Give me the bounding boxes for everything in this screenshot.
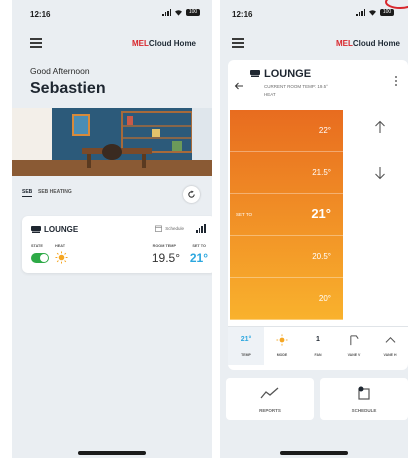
room-photo: [12, 108, 212, 176]
air-conditioner-icon: [250, 70, 260, 77]
mode-item-mode[interactable]: MODE: [264, 327, 300, 365]
temp-option[interactable]: 20.5°: [230, 236, 343, 278]
device-group-tabs: SEB SEB HEATING: [12, 185, 212, 205]
decrease-temp-icon[interactable]: [374, 166, 386, 180]
state-label: STATE: [31, 244, 43, 248]
chart-line-icon: [260, 387, 279, 399]
unit-card-lounge[interactable]: LOUNGE Schedule STATE HEAT ROOM TEMP SET…: [22, 216, 212, 273]
signal-strength-icon: [195, 224, 206, 233]
unit-name: LOUNGE: [44, 225, 79, 234]
menu-icon[interactable]: [30, 38, 42, 48]
status-bar: 12:16 100: [220, 8, 408, 22]
reports-label: REPORTS: [259, 408, 281, 413]
mode-label: TEMP: [241, 353, 251, 357]
vane-horizontal-icon: [384, 333, 396, 345]
room-temp-label: ROOM TEMP: [152, 244, 176, 248]
temp-option-value: 21.5°: [312, 168, 331, 177]
calendar-icon: [155, 225, 163, 232]
room-temp-value: 19.5°: [151, 251, 180, 265]
refresh-button[interactable]: [183, 186, 200, 203]
home-indicator[interactable]: [78, 451, 146, 455]
sun-icon: [55, 251, 68, 264]
temp-option-value: 22°: [318, 126, 331, 135]
tab-seb-heating[interactable]: SEB HEATING: [38, 189, 72, 195]
temperature-scale[interactable]: 22° 21.5° SET TO 21° 20.5° 20°: [230, 110, 343, 320]
greeting-text: Good Afternoon: [30, 66, 90, 76]
mode-value: 1: [316, 336, 320, 343]
heat-label: HEAT: [55, 244, 66, 248]
user-name: Sebastien: [30, 80, 106, 97]
home-indicator[interactable]: [280, 451, 348, 455]
mode-item-vane-v[interactable]: VANE V: [336, 327, 372, 365]
power-toggle[interactable]: [31, 253, 49, 263]
status-bar: 12:16 100: [12, 8, 212, 22]
vane-vertical-icon: [348, 333, 360, 346]
mode-item-fan[interactable]: 1 FAN: [300, 327, 336, 365]
schedule-button[interactable]: SCHEDULE: [320, 378, 408, 420]
refresh-icon: [188, 190, 195, 198]
wifi-icon: [175, 10, 182, 16]
cell-signal-icon: [356, 9, 365, 16]
schedule-link[interactable]: Schedule: [155, 225, 184, 232]
mode-item-vane-h[interactable]: VANE H: [372, 327, 408, 365]
temp-option[interactable]: 22°: [230, 110, 343, 152]
menu-icon[interactable]: [232, 38, 244, 48]
battery-icon: 100: [380, 9, 394, 16]
schedule-icon: [358, 386, 370, 400]
set-temp-value[interactable]: 21°: [190, 251, 208, 265]
home-screen: 12:16 100 MELCloud Home Good Afternoon S…: [12, 0, 212, 458]
set-to-label: SET TO: [192, 244, 206, 248]
air-conditioner-icon: [31, 226, 41, 233]
cell-signal-icon: [162, 9, 171, 16]
wifi-icon: [369, 10, 376, 16]
unit-title: LOUNGE: [264, 68, 312, 80]
schedule-label: SCHEDULE: [351, 408, 377, 413]
current-room-temp: CURRENT ROOM TEMP: 19.5°: [264, 84, 328, 89]
temp-option-value: 20°: [318, 294, 331, 303]
temp-option[interactable]: 20°: [230, 278, 343, 320]
reports-button[interactable]: REPORTS: [226, 378, 314, 420]
unit-control-card: LOUNGE CURRENT ROOM TEMP: 19.5° HEAT 22°…: [228, 60, 408, 370]
current-mode: HEAT: [264, 92, 276, 97]
mode-label: FAN: [314, 353, 322, 357]
temp-option-value: 21°: [311, 206, 331, 221]
temp-option[interactable]: 21.5°: [230, 152, 343, 194]
corner-logo: [385, 0, 408, 9]
battery-icon: 100: [186, 9, 200, 16]
status-icons: 100: [356, 9, 394, 16]
mode-item-temp[interactable]: 21° TEMP: [228, 327, 264, 365]
temp-option[interactable]: SET TO 21°: [230, 194, 343, 236]
app-bar: MELCloud Home: [12, 34, 212, 54]
status-time: 12:16: [232, 10, 253, 19]
mode-label: MODE: [276, 353, 288, 357]
temp-option-value: 20.5°: [312, 252, 331, 261]
brand-logo: MELCloud Home: [336, 39, 400, 48]
mode-strip: 21° TEMP MODE 1 FAN VANE V VANE H: [228, 326, 408, 365]
more-options-icon[interactable]: [395, 76, 398, 88]
brand-logo: MELCloud Home: [132, 39, 196, 48]
mode-label: VANE V: [347, 353, 361, 357]
unit-detail-screen: 12:16 100 MELCloud Home LOUNGE CURRENT R…: [220, 0, 408, 458]
app-bar: MELCloud Home: [220, 34, 408, 54]
schedule-label: Schedule: [165, 226, 184, 231]
increase-temp-icon[interactable]: [374, 120, 386, 134]
set-to-label: SET TO: [236, 212, 253, 217]
mode-label: VANE H: [383, 353, 397, 357]
status-time: 12:16: [30, 10, 51, 19]
tab-seb[interactable]: SEB: [22, 189, 33, 197]
status-icons: 100: [162, 9, 200, 16]
back-arrow-icon[interactable]: [234, 82, 244, 90]
sun-icon: [276, 333, 288, 346]
mode-value: 21°: [240, 336, 252, 343]
